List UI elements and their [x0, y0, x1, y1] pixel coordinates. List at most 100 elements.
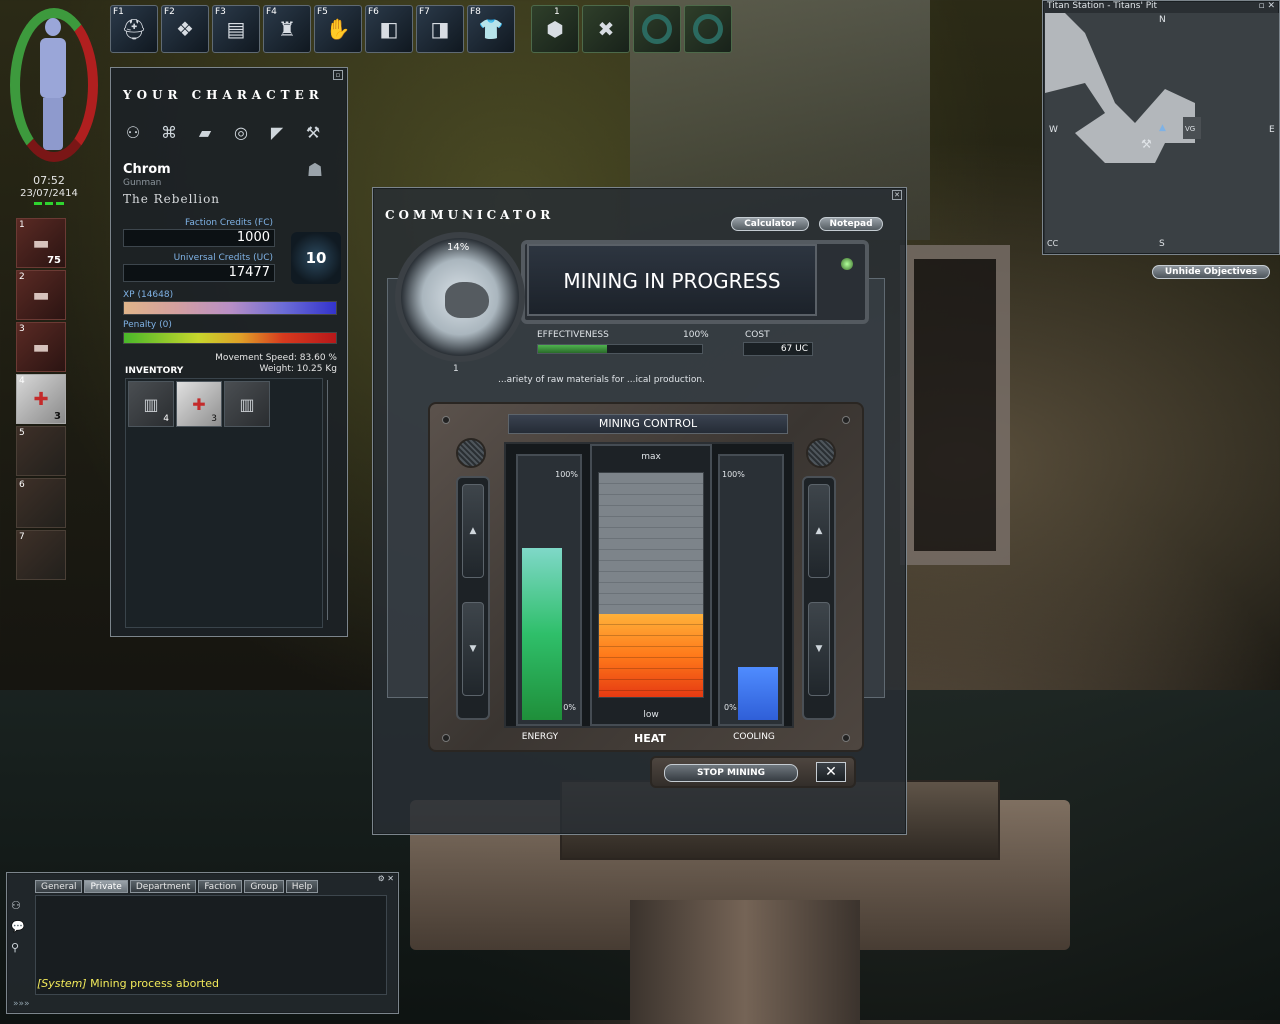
- quickslot-7[interactable]: 7: [16, 530, 66, 580]
- character-tab-icons: ⚇ ⌘ ▰ ◎ ◤ ⚒: [121, 120, 325, 144]
- cooling-label: COOLING: [733, 732, 775, 742]
- tab-general[interactable]: General: [35, 880, 83, 893]
- inventory-count: 4: [163, 414, 169, 424]
- minimap-panel: Titan Station - Titans' Pit ▫ ✕ N S W E …: [1042, 0, 1280, 255]
- energy-fill: [522, 548, 562, 720]
- chat-tabs: General Private Department Faction Group…: [35, 880, 319, 893]
- hotbar-slot-f3[interactable]: F3 ▤: [212, 5, 260, 53]
- chat-person-icon[interactable]: ⚲: [11, 941, 25, 954]
- universal-credits-value: 17477: [123, 264, 275, 282]
- quickslot-6[interactable]: 6: [16, 478, 66, 528]
- reputation-icon[interactable]: ◎: [229, 120, 253, 144]
- inventory-grid: ▥ 4 ✚ 3 ▥: [125, 378, 323, 628]
- cooling-up-button[interactable]: ▲: [808, 484, 830, 578]
- bolt: [842, 416, 850, 424]
- quickslot-number: 7: [19, 532, 25, 542]
- compass-south: S: [1159, 239, 1165, 249]
- chat-panel: ⚙ ✕ ⚇ 💬 ⚲ General Private Department Fac…: [6, 872, 399, 1014]
- calculator-button[interactable]: Calculator: [731, 217, 809, 231]
- heat-label: HEAT: [634, 732, 666, 745]
- tools-icon[interactable]: ⚒: [301, 120, 325, 144]
- armor-icon: ▤: [226, 17, 246, 41]
- quickslot-number: 1: [19, 220, 25, 230]
- movement-speed: Movement Speed: 83.60 %: [215, 353, 337, 363]
- heat-tube: [598, 472, 704, 698]
- armor-plate-icon: ▥: [239, 394, 255, 414]
- tab-group[interactable]: Group: [244, 880, 284, 893]
- chat-people-icon[interactable]: ⚇: [11, 899, 25, 912]
- cooling-down-button[interactable]: ▼: [808, 602, 830, 696]
- faction-credits-value: 1000: [123, 229, 275, 247]
- tab-faction[interactable]: Faction: [198, 880, 243, 893]
- inventory-slot[interactable]: ▥: [224, 381, 270, 427]
- org-chart-icon[interactable]: ⌘: [157, 120, 181, 144]
- chat-system-tag: [System]: [37, 977, 87, 990]
- ore-rock-icon: [445, 282, 489, 318]
- heat-fill: [599, 614, 703, 697]
- cost-label: COST: [745, 330, 770, 340]
- action-slot-empty-2[interactable]: [684, 5, 732, 53]
- close-mining-button[interactable]: ✕: [816, 762, 846, 782]
- inventory-count: 3: [211, 414, 217, 424]
- unhide-objectives-button[interactable]: Unhide Objectives: [1152, 265, 1270, 279]
- mining-status-widget: MINING IN PROGRESS 14% 1 EFFECTIVENESS 1…: [395, 232, 875, 374]
- universal-credits-label: Universal Credits (UC): [173, 253, 273, 263]
- hotbar-slot-f8[interactable]: F8 👕: [467, 5, 515, 53]
- xp-bar: [123, 301, 337, 315]
- hotbar-slot-f2[interactable]: F2 ❖: [161, 5, 209, 53]
- flag-icon[interactable]: ◤: [265, 120, 289, 144]
- hotbar-slot-f1[interactable]: F1 ⛑: [110, 5, 158, 53]
- inventory-slot[interactable]: ▥ 4: [128, 381, 174, 427]
- empty-ring-icon: [693, 14, 723, 44]
- tab-help[interactable]: Help: [285, 880, 319, 893]
- effectiveness-bar: [537, 344, 703, 354]
- hotbar-slot-f5[interactable]: F5 ✋: [314, 5, 362, 53]
- quickslot-5[interactable]: 5: [16, 426, 66, 476]
- ore-icon: ⬢: [546, 17, 564, 41]
- armor-plate-icon: ▥: [143, 394, 159, 414]
- action-slot-mining[interactable]: 1 ⬢: [531, 5, 579, 53]
- action-slot-tools[interactable]: ✖: [582, 5, 630, 53]
- body-status-widget[interactable]: 07:52 23/07/2414: [6, 4, 98, 205]
- speaker-grill: [456, 438, 486, 468]
- communicator-close-button[interactable]: ✕: [892, 190, 902, 200]
- heat-low-label: low: [643, 710, 659, 720]
- hotbar-slot-f7[interactable]: F7 ◨: [416, 5, 464, 53]
- hotbar-slot-f6[interactable]: F6 ◧: [365, 5, 413, 53]
- group-icon[interactable]: ⚇: [121, 120, 145, 144]
- quickslot-number: 4: [19, 376, 25, 386]
- minimap-map[interactable]: N S W E ⚒ ▲ VG CC: [1045, 13, 1279, 253]
- action-slot-empty-1[interactable]: [633, 5, 681, 53]
- heavy-armor-icon: ♜: [278, 17, 296, 41]
- chat-expand-button[interactable]: »»»: [13, 999, 30, 1009]
- minimap-controls[interactable]: ▫ ✕: [1258, 1, 1275, 11]
- quickslot-1[interactable]: 1 ▬ 75: [16, 218, 66, 268]
- tab-private[interactable]: Private: [84, 880, 128, 893]
- cost-value: 67 UC: [743, 342, 813, 356]
- energy-down-button[interactable]: ▼: [462, 602, 484, 696]
- inventory-slot[interactable]: ✚ 3: [176, 381, 222, 427]
- notepad-button[interactable]: Notepad: [819, 217, 883, 231]
- quickslot-4[interactable]: 4 ✚ 3: [16, 374, 66, 424]
- mining-count: 1: [453, 364, 459, 374]
- panel-minimize-button[interactable]: ▫: [333, 70, 343, 80]
- quickslot-2[interactable]: 2 ▬: [16, 270, 66, 320]
- tab-department[interactable]: Department: [129, 880, 197, 893]
- compass-east: E: [1269, 125, 1275, 135]
- arm-guard-icon: ◧: [379, 17, 399, 41]
- speaker-grill: [806, 438, 836, 468]
- minimap-marker-label: VG: [1185, 125, 1196, 133]
- inventory-scrollbar[interactable]: [327, 380, 333, 620]
- card-icon[interactable]: ▰: [193, 120, 217, 144]
- chat-side-icons: ⚇ 💬 ⚲: [11, 899, 25, 954]
- chat-bubble-icon[interactable]: 💬: [11, 920, 25, 933]
- quickslot-3[interactable]: 3 ▬: [16, 322, 66, 372]
- stamina-bar: [34, 202, 64, 205]
- stop-mining-button[interactable]: STOP MINING: [664, 764, 798, 782]
- quickslot-count: 75: [47, 255, 61, 266]
- chat-window-controls[interactable]: ⚙ ✕: [378, 874, 394, 883]
- hotbar-slot-f4[interactable]: F4 ♜: [263, 5, 311, 53]
- inventory-title: INVENTORY: [125, 366, 184, 376]
- energy-scale-bottom: 0%: [563, 703, 576, 712]
- energy-up-button[interactable]: ▲: [462, 484, 484, 578]
